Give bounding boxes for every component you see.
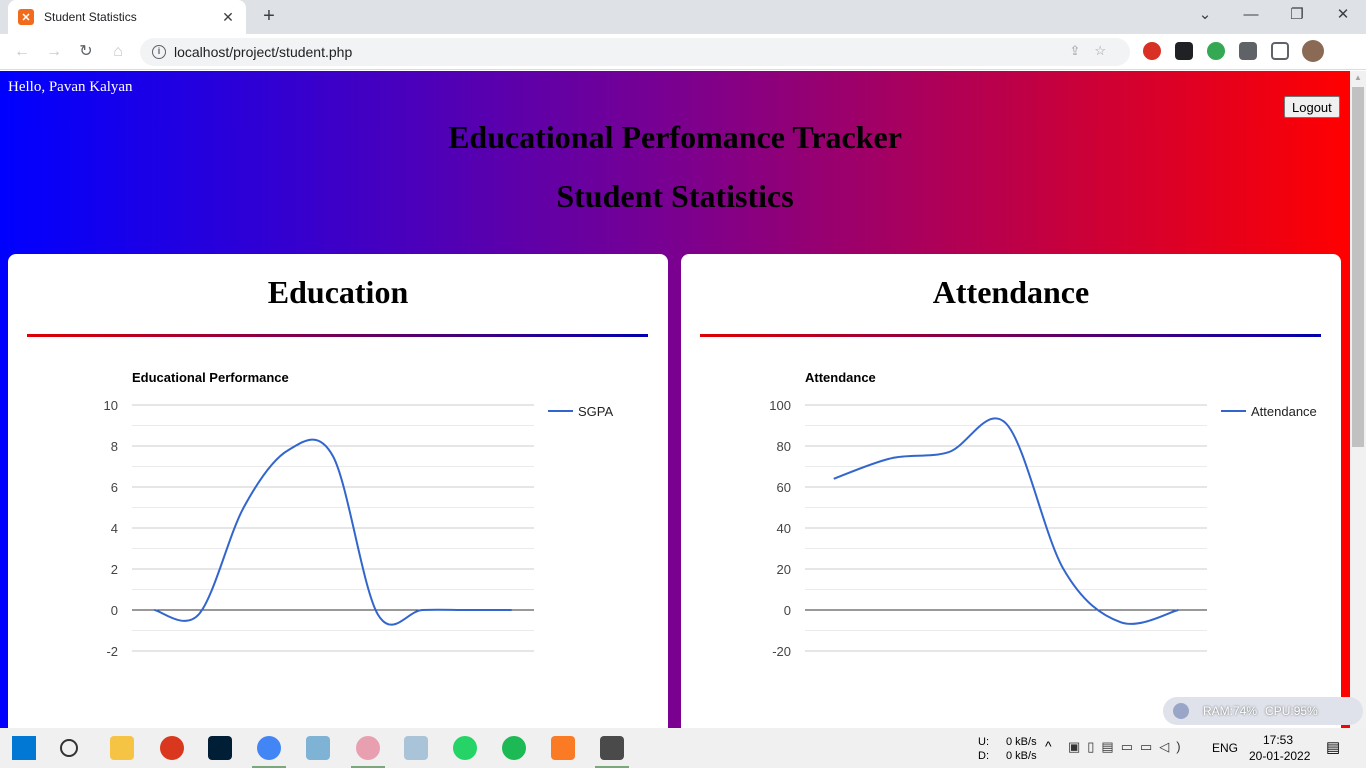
clock-time[interactable]: 17:53 <box>1263 733 1293 747</box>
photoshop-icon[interactable] <box>208 736 232 760</box>
show-hidden-icons-chevron-icon[interactable]: ^ <box>1045 738 1052 754</box>
close-window-button[interactable]: ✕ <box>1320 0 1366 32</box>
page-subtitle: Student Statistics <box>556 178 794 214</box>
url-text: localhost/project/student.php <box>174 44 353 60</box>
page-title: Educational Perfomance Tracker <box>448 119 902 155</box>
clock-date[interactable]: 20-01-2022 <box>1249 749 1310 763</box>
attendance-chart: Attendance -20 0 20 40 60 80 100 Attendance <box>769 370 1317 659</box>
spotify-icon[interactable] <box>502 736 526 760</box>
sublime-text-icon[interactable] <box>600 736 624 760</box>
education-heading: Education <box>267 274 409 310</box>
greeting-text: Hello, Pavan Kalyan <box>8 79 133 95</box>
notifications-icon[interactable]: ▤ <box>1326 738 1340 756</box>
y-tick-label: 6 <box>111 480 118 495</box>
extension-globe-icon[interactable] <box>1207 42 1225 60</box>
upload-label: U: <box>978 736 989 748</box>
education-chart: Educational Performance -2 0 2 4 6 8 10 SGPA <box>104 370 614 659</box>
y-tick-label: 100 <box>769 398 791 413</box>
divider <box>27 334 648 337</box>
tab-title: Student Statistics <box>44 10 137 24</box>
education-card: Education Educational Performance -2 0 2 4 6 8… <box>8 254 668 728</box>
series-line-sgpa <box>154 438 512 626</box>
xampp-icon[interactable] <box>551 736 575 760</box>
forward-icon[interactable]: → <box>42 40 66 64</box>
chart-title: Attendance <box>805 370 876 385</box>
y-tick-label: 10 <box>104 398 118 413</box>
browser-tab-strip: ✕ Student Statistics ✕ + ⌄ — ❐ ✕ <box>0 0 1366 34</box>
extension-dark-icon[interactable] <box>1175 42 1193 60</box>
y-tick-label: 60 <box>777 480 791 495</box>
upload-rate: 0 kB/s <box>1006 736 1037 748</box>
chart-title: Educational Performance <box>132 370 289 385</box>
file-explorer-icon[interactable] <box>110 736 134 760</box>
y-tick-label: 2 <box>111 562 118 577</box>
ram-usage: RAM:74% <box>1203 704 1258 718</box>
address-bar[interactable]: i localhost/project/student.php ⇪☆ <box>140 38 1130 66</box>
home-icon[interactable]: ⌂ <box>106 40 130 64</box>
scroll-up-arrow-icon[interactable]: ▲ <box>1354 73 1362 82</box>
minimize-button[interactable]: — <box>1228 0 1274 32</box>
page-body: Hello, Pavan Kalyan Logout Educational P… <box>0 71 1350 728</box>
cast-icon[interactable] <box>1271 42 1289 60</box>
legend-label: Attendance <box>1251 404 1317 419</box>
y-tick-label: 20 <box>777 562 791 577</box>
browser-tab[interactable]: ✕ Student Statistics ✕ <box>8 0 246 34</box>
download-label: D: <box>978 750 989 762</box>
y-tick-label: 0 <box>111 603 118 618</box>
notepad-icon[interactable] <box>306 736 330 760</box>
reload-icon[interactable]: ↻ <box>74 40 98 64</box>
page-scrollbar[interactable]: ▲ <box>1350 71 1366 728</box>
scroll-thumb[interactable] <box>1352 87 1364 447</box>
new-tab-button[interactable]: + <box>257 6 281 28</box>
y-tick-label: -20 <box>772 644 791 659</box>
cpu-usage: CPU:95% <box>1265 704 1318 718</box>
divider <box>700 334 1321 337</box>
legend-label: SGPA <box>578 404 613 419</box>
logout-button[interactable]: Logout <box>1284 96 1340 118</box>
language-indicator[interactable]: ENG <box>1212 741 1238 755</box>
y-tick-label: 80 <box>777 439 791 454</box>
profile-avatar[interactable] <box>1302 40 1324 62</box>
share-and-bookmark-icons[interactable]: ⇪☆ <box>1069 43 1120 59</box>
windows-start-icon[interactable] <box>12 736 36 760</box>
y-tick-label: -2 <box>106 644 118 659</box>
attendance-heading: Attendance <box>932 274 1090 310</box>
rocket-icon <box>1173 703 1189 719</box>
system-monitor-widget[interactable]: RAM:74% CPU:95% <box>1163 697 1363 725</box>
download-rate: 0 kB/s <box>1006 750 1037 762</box>
tray-system-icons[interactable]: ▣▯▤▭▭◁) <box>1068 739 1188 755</box>
xampp-favicon-icon: ✕ <box>18 9 34 25</box>
y-tick-label: 0 <box>784 603 791 618</box>
photos-icon[interactable] <box>404 736 428 760</box>
browser-toolbar: ← → ↻ ⌂ i localhost/project/student.php … <box>0 34 1366 70</box>
whatsapp-icon[interactable] <box>453 736 477 760</box>
y-tick-label: 40 <box>777 521 791 536</box>
y-tick-label: 4 <box>111 521 118 536</box>
chrome-icon[interactable] <box>257 736 281 760</box>
extension-m-icon[interactable] <box>1143 42 1161 60</box>
tab-search-chevron-icon[interactable]: ⌄ <box>1182 0 1228 32</box>
extensions-puzzle-icon[interactable] <box>1239 42 1257 60</box>
recorder-icon[interactable] <box>160 736 184 760</box>
site-info-icon[interactable]: i <box>152 45 166 59</box>
snipping-tool-icon[interactable] <box>356 736 380 760</box>
y-tick-label: 8 <box>111 439 118 454</box>
windows-taskbar: U: D: 0 kB/s 0 kB/s ^ ▣▯▤▭▭◁) ENG 17:53 … <box>0 728 1366 768</box>
restore-button[interactable]: ❐ <box>1274 0 1320 32</box>
attendance-card: Attendance Attendance -20 0 20 40 60 80 100 Atte… <box>681 254 1341 728</box>
search-icon[interactable] <box>60 739 78 757</box>
tab-close-icon[interactable]: ✕ <box>220 9 236 26</box>
series-line-attendance <box>833 417 1179 625</box>
back-icon[interactable]: ← <box>10 40 34 64</box>
